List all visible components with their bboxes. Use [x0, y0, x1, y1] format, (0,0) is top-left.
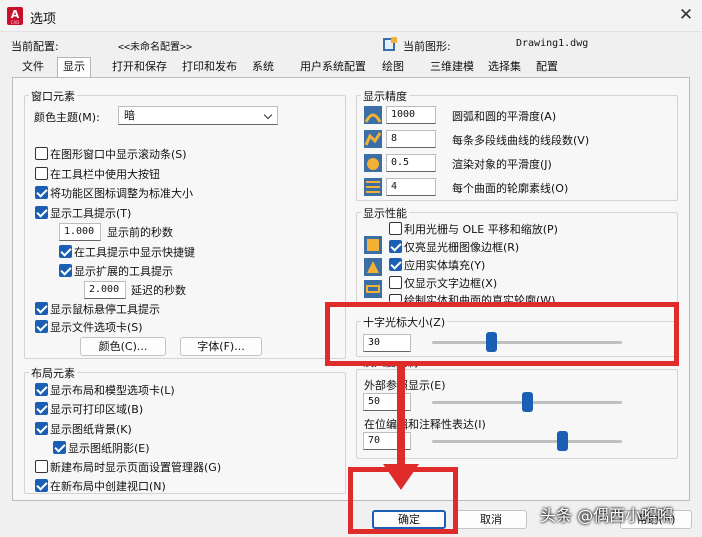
tooltip-delay-label: 显示前的秒数	[107, 226, 173, 239]
layout-model-tabs-label: 显示布局和模型选项卡(L)	[50, 384, 175, 397]
text-frame-icon	[364, 280, 382, 298]
inplace-fade-slider-track[interactable]	[432, 440, 622, 443]
create-viewport-checkbox[interactable]	[35, 479, 48, 492]
contour-lines-label: 每个曲面的轮廓素线(O)	[452, 182, 569, 195]
large-buttons-label: 在工具栏中使用大按钮	[50, 168, 160, 181]
text-boundary-label: 仅显示文字边框(X)	[404, 277, 498, 290]
current-profile-value: <<未命名配置>>	[118, 42, 193, 53]
tab-selection[interactable]: 选择集	[483, 58, 526, 77]
page-setup-manager-label: 新建布局时显示页面设置管理器(G)	[50, 461, 222, 474]
arc-smoothness-icon	[364, 106, 382, 124]
text-boundary-checkbox[interactable]	[389, 276, 402, 289]
solid-fill-icon	[364, 258, 382, 276]
tooltip-delay-input[interactable]: 1.000	[59, 223, 101, 241]
paper-background-label: 显示图纸背景(K)	[50, 423, 132, 436]
extended-delay-input[interactable]: 2.000	[84, 281, 126, 299]
window-title: 选项	[30, 12, 57, 27]
tab-profiles[interactable]: 配置	[531, 58, 563, 77]
colors-button[interactable]: 颜色(C)...	[80, 337, 166, 356]
contour-lines-icon	[364, 178, 382, 196]
fonts-button[interactable]: 字体(F)...	[180, 337, 262, 356]
arc-smoothness-input[interactable]: 1000	[386, 106, 436, 124]
printable-area-label: 显示可打印区域(B)	[50, 403, 144, 416]
extended-delay-label: 延迟的秒数	[131, 284, 186, 297]
rollover-tooltips-label: 显示鼠标悬停工具提示	[50, 303, 160, 316]
color-theme-value: 暗	[124, 109, 135, 122]
large-buttons-checkbox[interactable]	[35, 167, 48, 180]
arc-smoothness-label: 圆弧和圆的平滑度(A)	[452, 110, 557, 123]
highlight-raster-frame-label: 仅亮显光栅图像边框(R)	[404, 241, 520, 254]
resize-ribbon-icons-checkbox[interactable]	[35, 186, 48, 199]
show-tooltips-checkbox[interactable]	[35, 206, 48, 219]
apply-solid-fill-checkbox[interactable]	[389, 258, 402, 271]
autocad-app-icon: A CAD	[7, 7, 23, 25]
watermark: 头条 @偶西小嘚嘚	[540, 506, 674, 525]
raster-ole-pan-zoom-checkbox[interactable]	[389, 222, 402, 235]
color-theme-select[interactable]: 暗	[118, 106, 278, 125]
inplace-fade-label: 在位编辑和注释性表达(I)	[364, 418, 486, 431]
tab-files[interactable]: 文件	[17, 58, 49, 77]
raster-ole-icon	[364, 236, 382, 254]
layout-model-tabs-checkbox[interactable]	[35, 383, 48, 396]
rollover-tooltips-checkbox[interactable]	[35, 302, 48, 315]
display-performance-title: 显示性能	[361, 205, 409, 221]
current-drawing-label: 当前图形:	[403, 40, 451, 53]
current-profile-label: 当前配置:	[11, 40, 59, 53]
chevron-down-icon	[263, 110, 273, 120]
crosshair-highlight-box	[325, 302, 679, 366]
paper-shadow-label: 显示图纸阴影(E)	[68, 442, 150, 455]
file-tabs-checkbox[interactable]	[35, 320, 48, 333]
tab-display[interactable]: 显示	[57, 57, 91, 78]
show-tooltips-label: 显示工具提示(T)	[50, 207, 132, 220]
title-bar: A CAD 选项 ✕	[0, 0, 702, 32]
apply-solid-fill-label: 应用实体填充(Y)	[404, 259, 486, 272]
rendered-smoothness-label: 渲染对象的平滑度(J)	[452, 158, 552, 171]
paper-background-checkbox[interactable]	[35, 422, 48, 435]
close-icon[interactable]: ✕	[675, 4, 697, 26]
cancel-button[interactable]: 取消	[455, 510, 527, 529]
layout-elements-title: 布局元素	[29, 365, 77, 381]
tab-3d-modeling[interactable]: 三维建模	[425, 58, 479, 77]
file-tabs-label: 显示文件选项卡(S)	[50, 321, 143, 334]
true-silhouettes-label: 绘制实体和曲面的真实轮廓(W)	[404, 294, 556, 302]
tooltip-shortcuts-label: 在工具提示中显示快捷键	[74, 246, 195, 259]
tooltip-shortcuts-checkbox[interactable]	[59, 245, 72, 258]
true-silhouettes-checkbox[interactable]	[389, 294, 402, 302]
xref-fade-slider-thumb[interactable]	[521, 392, 533, 412]
polyline-segments-icon	[364, 130, 382, 148]
ok-button-highlight-box	[348, 467, 458, 534]
tab-drafting[interactable]: 绘图	[377, 58, 409, 77]
color-theme-label: 颜色主题(M):	[34, 111, 100, 124]
window-elements-title: 窗口元素	[29, 88, 77, 104]
contour-lines-input[interactable]: 4	[386, 178, 436, 196]
raster-ole-pan-zoom-label: 利用光栅与 OLE 平移和缩放(P)	[404, 223, 558, 236]
highlight-raster-frame-checkbox[interactable]	[389, 240, 402, 253]
tab-system[interactable]: 系统	[247, 58, 279, 77]
scrollbars-checkbox[interactable]	[35, 147, 48, 160]
create-viewport-label: 在新布局中创建视口(N)	[50, 480, 166, 493]
rendered-smoothness-input[interactable]: 0.5	[386, 154, 436, 172]
current-drawing-value: Drawing1.dwg	[516, 38, 589, 49]
resize-ribbon-icons-label: 将功能区图标调整为标准大小	[50, 187, 193, 200]
inplace-fade-slider-thumb[interactable]	[557, 431, 569, 451]
printable-area-checkbox[interactable]	[35, 402, 48, 415]
tab-plot-publish[interactable]: 打印和发布	[177, 58, 242, 77]
annotation-arrow-shaft	[397, 366, 405, 468]
polyline-segments-input[interactable]: 8	[386, 130, 436, 148]
display-resolution-title: 显示精度	[361, 88, 409, 104]
drawing-file-icon	[383, 37, 397, 51]
extended-tooltips-label: 显示扩展的工具提示	[74, 265, 173, 278]
page-setup-manager-checkbox[interactable]	[35, 460, 48, 473]
rendered-smoothness-icon	[364, 154, 382, 172]
polyline-segments-label: 每条多段线曲线的线段数(V)	[452, 134, 590, 147]
paper-shadow-checkbox[interactable]	[53, 441, 66, 454]
scrollbars-label: 在图形窗口中显示滚动条(S)	[50, 148, 187, 161]
tab-open-save[interactable]: 打开和保存	[107, 58, 172, 77]
extended-tooltips-checkbox[interactable]	[59, 264, 72, 277]
tab-user-preferences[interactable]: 用户系统配置	[295, 58, 371, 77]
